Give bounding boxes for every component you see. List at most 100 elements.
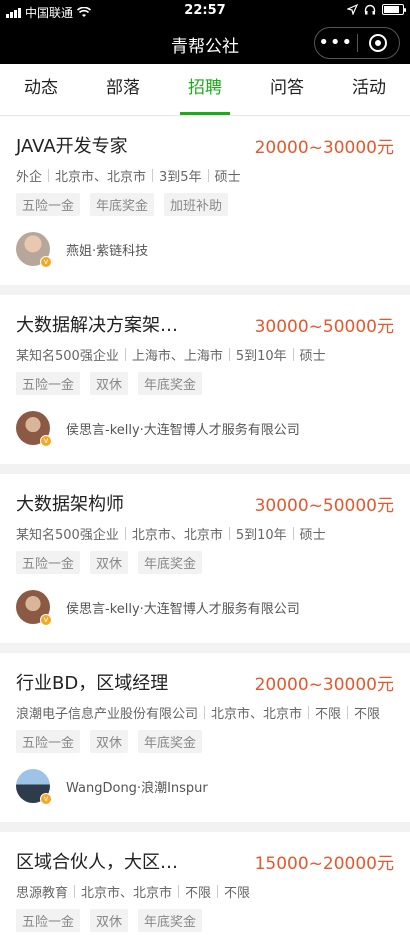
benefit-tag: 年底奖金 — [90, 193, 155, 216]
job-card[interactable]: 区域合伙人，大区… 15000~20000元 思源教育 北京市、北京市 不限 不… — [0, 832, 410, 935]
meta-divider — [292, 527, 294, 540]
poster-info[interactable]: v 侯思言-kelly·大连智博人才服务有限公司 — [16, 590, 300, 626]
meta-divider — [204, 706, 206, 719]
meta-divider — [292, 348, 294, 361]
job-meta: 某知名500强企业 上海市、上海市 5到10年 硕士 — [16, 345, 394, 364]
job-list: JAVA开发专家 20000~30000元 外企 北京市、北京市 3到5年 硕士… — [0, 116, 410, 935]
headphones-icon — [364, 4, 376, 15]
poster-info[interactable]: v 侯思言-kelly·大连智博人才服务有限公司 — [16, 411, 300, 447]
poster-name: 侯思言-kelly·大连智博人才服务有限公司 — [66, 422, 300, 438]
job-tags: 五险一金 双休 年底奖金 — [16, 730, 394, 753]
avatar: v — [16, 232, 52, 268]
poster-name: 燕姐·紫链科技 — [66, 243, 149, 259]
job-card[interactable]: 行业BD，区域经理 20000~30000元 浪潮电子信息产业股份有限公司 北京… — [0, 653, 410, 822]
benefit-tag: 年底奖金 — [138, 730, 203, 753]
benefit-tag: 双休 — [90, 909, 129, 932]
job-company: 思源教育 — [16, 886, 69, 901]
job-title: 区域合伙人，大区… — [16, 852, 178, 873]
job-education: 硕士 — [299, 349, 326, 364]
job-experience: 3到5年 — [159, 170, 202, 185]
job-location: 北京市、北京市 — [211, 707, 303, 722]
nav-bar: 青帮公社 ••• — [0, 22, 410, 64]
job-tags: 五险一金 双休 年底奖金 — [16, 551, 394, 574]
job-salary: 30000~50000元 — [254, 495, 394, 516]
meta-divider — [207, 169, 209, 182]
job-salary: 30000~50000元 — [254, 316, 394, 337]
job-education: 不限 — [354, 707, 381, 722]
job-experience: 不限 — [315, 707, 342, 722]
meta-divider — [178, 885, 180, 898]
more-menu-button[interactable]: ••• — [315, 28, 357, 58]
meta-divider — [124, 348, 126, 361]
benefit-tag: 双休 — [90, 551, 129, 574]
avatar: v — [16, 411, 52, 447]
miniprogram-capsule: ••• — [314, 27, 400, 59]
benefit-tag: 五险一金 — [16, 193, 81, 216]
meta-divider — [152, 169, 154, 182]
tab-events[interactable]: 活动 — [328, 64, 410, 115]
benefit-tag: 年底奖金 — [138, 372, 203, 395]
benefit-tag: 五险一金 — [16, 372, 81, 395]
job-meta: 外企 北京市、北京市 3到5年 硕士 — [16, 166, 394, 185]
job-education: 硕士 — [299, 528, 326, 543]
meta-divider — [228, 527, 230, 540]
verified-badge-icon: v — [40, 793, 52, 805]
job-location: 上海市、上海市 — [131, 349, 223, 364]
benefit-tag: 五险一金 — [16, 730, 81, 753]
job-location: 北京市、北京市 — [81, 886, 173, 901]
close-icon — [369, 34, 388, 52]
benefit-tag: 双休 — [90, 372, 129, 395]
meta-divider — [308, 706, 310, 719]
job-title: 行业BD，区域经理 — [16, 673, 169, 694]
job-tags: 五险一金 双休 年底奖金 — [16, 372, 394, 395]
benefit-tag: 五险一金 — [16, 551, 81, 574]
status-bar: 中国联通 22:57 — [0, 0, 410, 22]
job-meta: 浪潮电子信息产业股份有限公司 北京市、北京市 不限 不限 — [16, 703, 394, 722]
poster-info[interactable]: v 燕姐·紫链科技 — [16, 232, 149, 268]
job-location: 北京市、北京市 — [131, 528, 223, 543]
job-card[interactable]: 大数据架构师 30000~50000元 某知名500强企业 北京市、北京市 5到… — [0, 474, 410, 643]
job-title: 大数据解决方案架… — [16, 315, 178, 336]
status-right — [347, 4, 406, 15]
meta-divider — [217, 885, 219, 898]
job-education: 不限 — [224, 886, 251, 901]
job-salary: 15000~20000元 — [254, 853, 394, 874]
poster-name: WangDong·浪潮Inspur — [66, 780, 208, 796]
close-button[interactable] — [358, 34, 400, 52]
tab-bar: 动态 部落 招聘 问答 活动 — [0, 64, 410, 116]
avatar: v — [16, 590, 52, 626]
job-company: 浪潮电子信息产业股份有限公司 — [16, 707, 199, 722]
tab-qa[interactable]: 问答 — [246, 64, 328, 115]
job-experience: 不限 — [185, 886, 212, 901]
benefit-tag: 五险一金 — [16, 909, 81, 932]
job-company: 某知名500强企业 — [16, 349, 119, 364]
verified-badge-icon: v — [40, 435, 52, 447]
poster-info[interactable]: v WangDong·浪潮Inspur — [16, 769, 208, 805]
verified-badge-icon: v — [40, 256, 52, 268]
tab-recruitment[interactable]: 招聘 — [164, 64, 246, 115]
job-education: 硕士 — [214, 170, 241, 185]
job-title: JAVA开发专家 — [16, 136, 128, 157]
tab-dynamics[interactable]: 动态 — [0, 64, 82, 115]
job-experience: 5到10年 — [235, 349, 287, 364]
location-icon — [347, 4, 358, 15]
meta-divider — [347, 706, 349, 719]
verified-badge-icon: v — [40, 614, 52, 626]
meta-divider — [48, 169, 50, 182]
job-title: 大数据架构师 — [16, 494, 124, 515]
job-tags: 五险一金 年底奖金 加班补助 — [16, 193, 394, 216]
job-salary: 20000~30000元 — [254, 137, 394, 158]
job-location: 北京市、北京市 — [55, 170, 147, 185]
job-experience: 5到10年 — [235, 528, 287, 543]
avatar: v — [16, 769, 52, 805]
job-company: 某知名500强企业 — [16, 528, 119, 543]
meta-divider — [74, 885, 76, 898]
job-card[interactable]: JAVA开发专家 20000~30000元 外企 北京市、北京市 3到5年 硕士… — [0, 116, 410, 285]
tab-tribes[interactable]: 部落 — [82, 64, 164, 115]
meta-divider — [228, 348, 230, 361]
job-card[interactable]: 大数据解决方案架… 30000~50000元 某知名500强企业 上海市、上海市… — [0, 295, 410, 464]
job-tags: 五险一金 双休 年底奖金 — [16, 909, 394, 932]
poster-name: 侯思言-kelly·大连智博人才服务有限公司 — [66, 601, 300, 617]
job-meta: 思源教育 北京市、北京市 不限 不限 — [16, 882, 394, 901]
benefit-tag: 双休 — [90, 730, 129, 753]
